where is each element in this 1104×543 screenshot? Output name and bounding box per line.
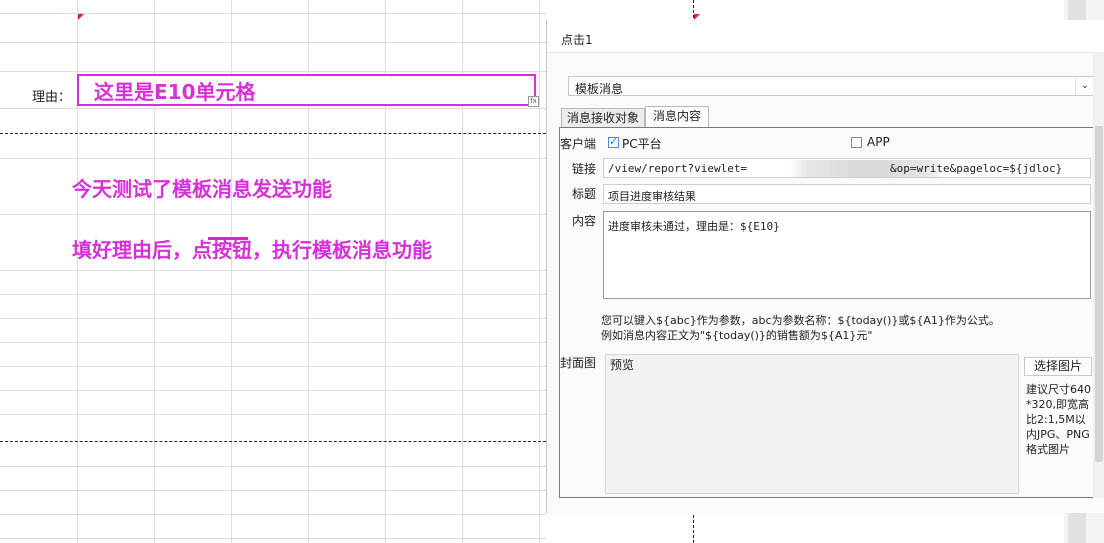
- button-action-dialog: 点击1 模板消息 ⌄ 消息接收对象 消息内容 客户端 PC平台 APP 链接 /…: [546, 20, 1104, 513]
- hint-line-2: 例如消息内容正文为"${today()}的销售额为${A1}元": [601, 329, 873, 342]
- grid-line: [539, 0, 540, 543]
- grid-line: [0, 318, 546, 319]
- cover-image-label: 封面图: [560, 356, 597, 370]
- grid-line: [0, 490, 546, 491]
- content-value: 进度审核未通过，理由是：${E10}: [608, 220, 780, 233]
- link-value-end: &op=write&pageloc=${jdloc}: [890, 162, 1063, 175]
- dialog-title: 点击1: [561, 33, 593, 47]
- cell-widget-icon[interactable]: fx: [528, 96, 539, 107]
- client-label: 客户端: [560, 137, 597, 151]
- reason-label: 理由：: [32, 90, 72, 105]
- image-size-hint: 建议尺寸640*320,即宽高比2:1,5M以内JPG、PNG格式图片: [1026, 383, 1091, 456]
- grid-line: [0, 414, 546, 415]
- dialog-scrollbar[interactable]: [1093, 52, 1104, 498]
- content-label: 内容: [572, 214, 597, 228]
- chevron-down-icon[interactable]: ⌄: [1075, 77, 1094, 95]
- preview-label: 预览: [610, 358, 635, 372]
- message-content-panel: 客户端 PC平台 APP 链接 /view/report?viewlet= &o…: [559, 127, 1103, 498]
- annotation-note-1: 今天测试了模板消息发送功能: [72, 177, 332, 201]
- tab-message-content[interactable]: 消息内容: [645, 106, 709, 127]
- pc-platform-label: PC平台: [622, 137, 662, 151]
- grid-line: [0, 538, 546, 539]
- link-value-start: /view/report?viewlet=: [608, 162, 748, 175]
- cell-corner-marker: [78, 14, 84, 20]
- tab-message-receivers[interactable]: 消息接收对象: [561, 108, 645, 127]
- grid-line: [0, 514, 546, 515]
- page-break-line: [0, 133, 546, 134]
- grid-line: [0, 42, 546, 43]
- grid-line: [0, 214, 546, 215]
- action-type-value: 模板消息: [575, 82, 624, 96]
- parameter-hint: 您可以键入${abc}作为参数，abc为参数名称：${today()}或${A1…: [601, 313, 1000, 343]
- dialog-titlebar: 点击1: [547, 20, 1104, 53]
- link-input[interactable]: /view/report?viewlet= &op=write&pageloc=…: [603, 158, 1091, 178]
- select-image-button[interactable]: 选择图片: [1024, 357, 1092, 376]
- cell-e10-text: 这里是E10单元格: [94, 79, 256, 104]
- grid-line: [0, 390, 546, 391]
- grid-line: [0, 342, 546, 343]
- grid-line: [0, 366, 546, 367]
- annotation-note-2: 填好理由后，点按钮，执行模板消息功能: [72, 238, 432, 262]
- title-input[interactable]: 项目进度审核结果: [603, 184, 1091, 204]
- app-label: APP: [867, 135, 890, 149]
- pc-platform-checkbox[interactable]: [608, 135, 619, 148]
- page-break-line: [0, 441, 546, 442]
- grid-line: [0, 294, 546, 295]
- title-label: 标题: [572, 187, 597, 201]
- action-type-select[interactable]: 模板消息 ⌄: [568, 76, 1095, 96]
- grid-line: [0, 466, 546, 467]
- hint-line-1: 您可以键入${abc}作为参数，abc为参数名称：${today()}或${A1…: [601, 314, 1000, 327]
- grid-line: [0, 270, 546, 271]
- grid-line: [0, 158, 546, 159]
- grid-line: [0, 108, 546, 109]
- cell-e10[interactable]: 这里是E10单元格: [77, 74, 536, 106]
- annotation-underline: [208, 237, 248, 240]
- content-textarea[interactable]: 进度审核未通过，理由是：${E10}: [603, 211, 1091, 299]
- dialog-scrollbar-thumb[interactable]: [1095, 126, 1103, 462]
- grid-line: [0, 71, 546, 72]
- title-value: 项目进度审核结果: [608, 190, 696, 203]
- app-checkbox[interactable]: [851, 137, 862, 148]
- link-label: 链接: [572, 162, 597, 176]
- cover-preview-area: 预览: [605, 354, 1019, 494]
